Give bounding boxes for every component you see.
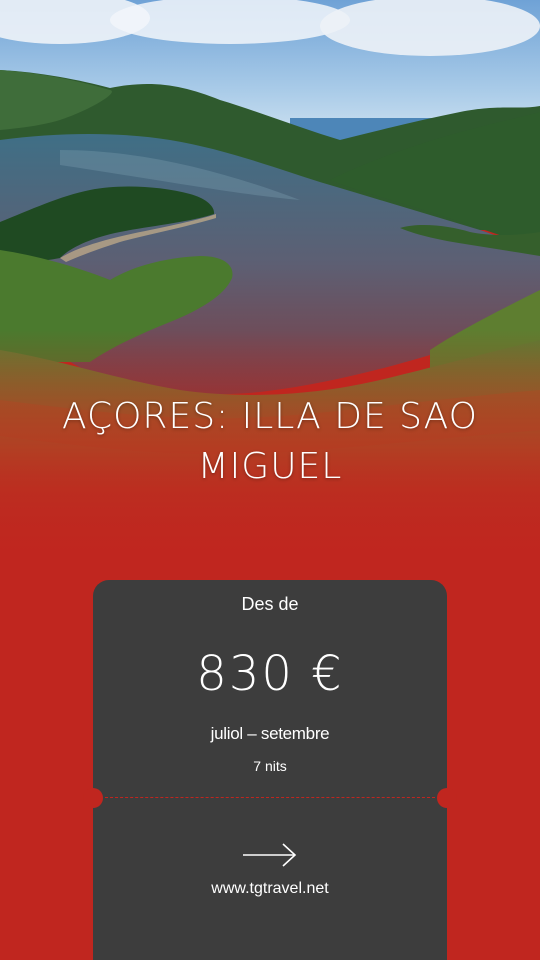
ticket-notch-right — [437, 788, 457, 808]
trip-nights: 7 nits — [253, 758, 287, 774]
website-link[interactable]: www.tgtravel.net — [93, 880, 447, 898]
arrow-right-icon[interactable] — [241, 840, 299, 870]
price-value: 830 € — [196, 646, 344, 702]
ticket-lower-section — [93, 798, 447, 960]
price-ticket-card: Des de 830 € juliol – setembre 7 nits ww… — [83, 580, 457, 960]
travel-dates: juliol – setembre — [210, 724, 330, 743]
destination-title: AÇORES: ILLA DE SAO MIGUEL — [61, 396, 479, 487]
ticket-perforation-line — [105, 797, 435, 798]
promo-page: AÇORES: ILLA DE SAO MIGUEL Des de 830 € … — [0, 0, 540, 960]
price-from-label: Des de — [241, 594, 299, 614]
ticket-notch-left — [83, 788, 103, 808]
